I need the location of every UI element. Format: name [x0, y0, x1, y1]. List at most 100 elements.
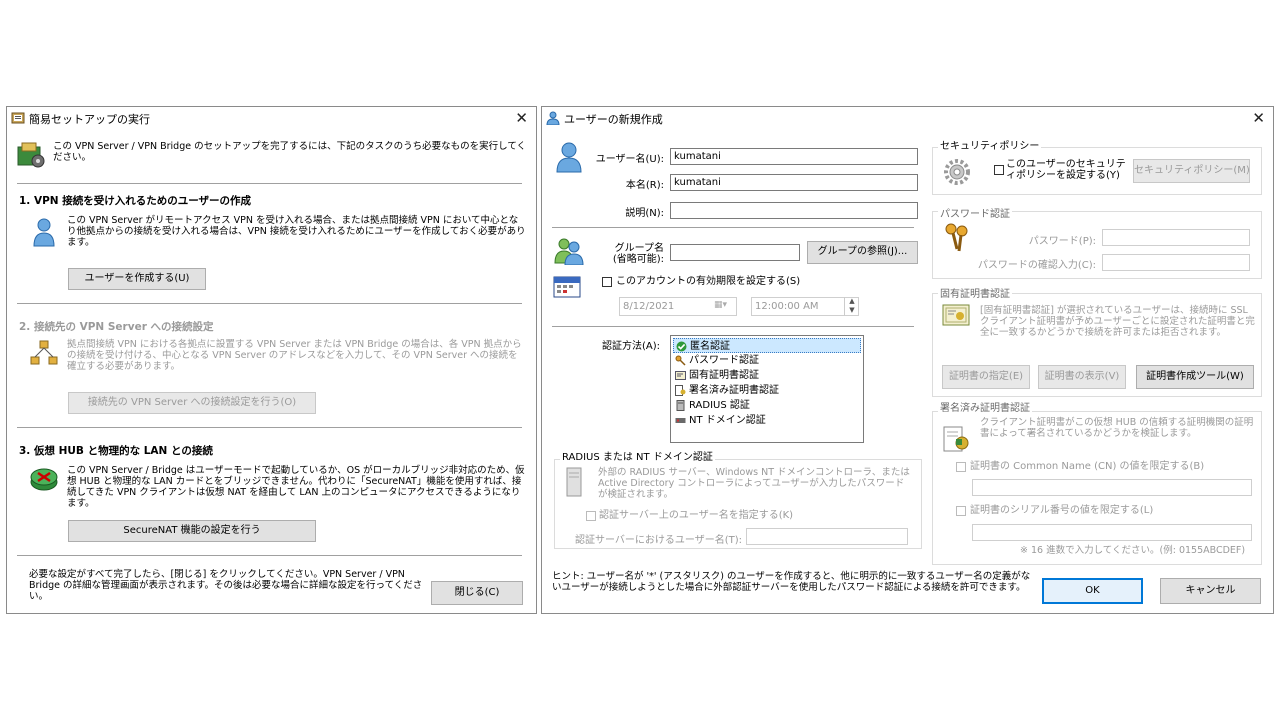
cert-group-title: 固有証明書認証: [938, 285, 1012, 300]
password-label: パスワード(P):: [1028, 236, 1096, 247]
expire-checkbox[interactable]: [602, 277, 612, 287]
divider: [17, 555, 522, 556]
cn-check-label: 証明書の Common Name (CN) の値を限定する(B): [970, 461, 1205, 472]
setup-title: 簡易セットアップの実行: [29, 113, 150, 126]
serial-field[interactable]: [972, 524, 1252, 541]
domain-icon: [675, 418, 686, 423]
auth-item-radius[interactable]: RADIUS 認証: [673, 398, 861, 413]
certificate-icon: [675, 371, 686, 380]
radius-username-checkbox[interactable]: [586, 511, 596, 521]
calendar-dropdown-icon[interactable]: ▦▾: [714, 300, 727, 310]
keys-icon: [945, 223, 968, 252]
newuser-title: ユーザーの新規作成: [564, 113, 663, 126]
expire-time-field[interactable]: 12:00:00 AM: [751, 297, 859, 316]
user-icon: [556, 142, 582, 173]
section3-desc: この VPN Server / Bridge はユーザーモードで起動しているか、…: [67, 465, 525, 509]
auth-item-password[interactable]: パスワード認証: [673, 353, 861, 368]
close-icon[interactable]: ✕: [515, 109, 528, 127]
auth-item-label: 署名済み証明書認証: [689, 385, 779, 396]
radius-check-label: 認証サーバー上のユーザー名を指定する(K): [599, 510, 794, 521]
expire-check-label: このアカウントの有効期限を設定する(S): [616, 276, 801, 287]
auth-item-anonymous[interactable]: 匿名認証: [673, 338, 861, 353]
user-icon: [33, 218, 55, 247]
auth-item-label: 匿名認証: [690, 341, 730, 352]
create-user-button[interactable]: ユーザーを作成する(U): [68, 268, 206, 290]
cancel-button[interactable]: キャンセル: [1160, 578, 1261, 604]
radius-desc: 外部の RADIUS サーバー、Windows NT ドメインコントローラ、また…: [598, 467, 910, 500]
cert-tool-button[interactable]: 証明書作成ツール(W): [1136, 365, 1254, 389]
serial-hint: ※ 16 進数で入力してください。(例: 0155ABCDEF): [1020, 545, 1246, 556]
auth-item-cert[interactable]: 固有証明書認証: [673, 368, 861, 383]
auth-item-label: 固有証明書認証: [689, 370, 759, 381]
server-icon: [566, 467, 582, 497]
check-shield-icon: [676, 341, 687, 352]
group-browse-button[interactable]: グループの参照(J)...: [807, 241, 918, 264]
server-icon: [676, 400, 685, 411]
group-label: グループ名 (省略可能):: [612, 243, 664, 265]
divider: [17, 427, 522, 428]
time-spinner[interactable]: ▲ ▼: [844, 297, 859, 316]
setup-app-icon: [11, 112, 25, 124]
radius-username-field[interactable]: [746, 528, 908, 545]
setup-window: 簡易セットアップの実行 ✕ この VPN Server / VPN Bridge…: [6, 106, 537, 614]
realname-field[interactable]: kumatani: [670, 174, 918, 191]
divider: [552, 227, 914, 228]
new-user-window: ユーザーの新規作成 ✕ ユーザー名(U): kumatani 本名(R): ku…: [541, 106, 1274, 614]
security-policy-button[interactable]: セキュリティポリシー(M): [1133, 159, 1250, 183]
auth-method-list[interactable]: 匿名認証 パスワード認証 固有証明書認証 署名済み証明書認証 RADIUS 認証…: [670, 335, 864, 443]
newuser-titlebar: ユーザーの新規作成 ✕: [542, 107, 1273, 129]
cn-checkbox[interactable]: [956, 462, 966, 472]
close-icon[interactable]: ✕: [1252, 109, 1265, 127]
group-icon: [554, 238, 584, 265]
auth-item-nt-domain[interactable]: NT ドメイン認証: [673, 413, 861, 428]
username-label: ユーザー名(U):: [595, 154, 664, 165]
cert-desc: [固有証明書認証] が選択されているユーザーは、接続時に SSL クライアント証…: [980, 305, 1255, 338]
password-confirm-label: パスワードの確認入力(C):: [977, 260, 1096, 271]
signed-group-title: 署名済み証明書認証: [938, 399, 1032, 414]
auth-item-label: NT ドメイン認証: [689, 415, 766, 426]
policy-checkbox[interactable]: [994, 165, 1004, 175]
ok-button[interactable]: OK: [1042, 578, 1143, 604]
section2-heading: 2. 接続先の VPN Server への接続設定: [19, 321, 214, 333]
section1-desc: この VPN Server がリモートアクセス VPN を受け入れる場合、または…: [67, 215, 526, 248]
realname-label: 本名(R):: [625, 180, 664, 191]
cn-field[interactable]: [972, 479, 1252, 496]
section2-desc: 拠点間接続 VPN における各拠点に設置する VPN Server または VP…: [67, 339, 522, 372]
password-field[interactable]: [1102, 229, 1250, 246]
username-field[interactable]: kumatani: [670, 148, 918, 165]
setup-intro: この VPN Server / VPN Bridge のセットアップを完了するに…: [53, 141, 527, 163]
note-label: 説明(N):: [625, 208, 664, 219]
policy-group-title: セキュリティポリシー: [938, 137, 1042, 152]
cert-view-button[interactable]: 証明書の表示(V): [1038, 365, 1126, 389]
signed-certificate-icon: [943, 426, 969, 452]
network-icon: [30, 340, 58, 365]
setup-footer: 必要な設定がすべて完了したら、[閉じる] をクリックしてください。VPN Ser…: [29, 569, 423, 602]
auth-label: 認証方法(A):: [601, 341, 660, 352]
setup-wizard-icon: [17, 142, 45, 168]
asterisk-hint: ヒント: ユーザー名が '*' (アスタリスク) のユーザーを作成すると、他に明…: [552, 571, 1031, 593]
serial-checkbox[interactable]: [956, 506, 966, 516]
signed-certificate-icon: [675, 385, 686, 396]
group-field[interactable]: [670, 244, 800, 261]
password-confirm-field[interactable]: [1102, 254, 1250, 271]
policy-check-label: このユーザーのセキュリティポリシーを設定する(Y): [1006, 159, 1126, 181]
divider: [17, 183, 522, 184]
cert-specify-button[interactable]: 証明書の指定(E): [942, 365, 1030, 389]
auth-item-signed-cert[interactable]: 署名済み証明書認証: [673, 383, 861, 398]
note-field[interactable]: [670, 202, 918, 219]
auth-item-label: パスワード認証: [689, 355, 759, 366]
key-icon: [675, 355, 686, 366]
calendar-icon: [553, 276, 581, 298]
user-icon: [546, 111, 560, 125]
auth-item-label: RADIUS 認証: [689, 400, 750, 411]
close-button[interactable]: 閉じる(C): [431, 581, 523, 605]
hub-icon: [30, 468, 58, 491]
certificate-icon: [942, 304, 970, 326]
divider: [552, 326, 914, 327]
connect-setting-button[interactable]: 接続先の VPN Server への接続設定を行う(O): [68, 392, 316, 414]
password-group-title: パスワード認証: [938, 205, 1012, 220]
radius-username-label: 認証サーバーにおけるユーザー名(T):: [575, 535, 742, 546]
section1-heading: 1. VPN 接続を受け入れるためのユーザーの作成: [19, 195, 252, 207]
securenat-button[interactable]: SecureNAT 機能の設定を行う: [68, 520, 316, 542]
signed-desc: クライアント証明書がこの仮想 HUB の信頼する証明機関の証明書によって署名され…: [980, 417, 1254, 439]
